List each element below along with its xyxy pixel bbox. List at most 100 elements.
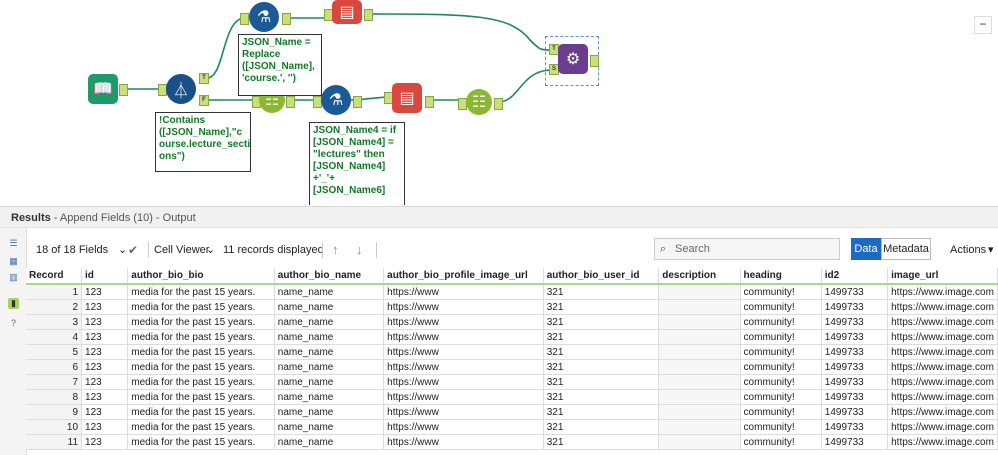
table-cell[interactable]: media for the past 15 years. <box>127 434 275 450</box>
table-cell[interactable]: https://www <box>383 314 544 330</box>
table-cell[interactable]: community! <box>740 404 822 420</box>
arrow-up-icon[interactable]: ↑ <box>332 236 339 264</box>
column-header-author-bio-profile-image-url[interactable]: author_bio_profile_image_url <box>383 268 544 285</box>
arrow-down-icon[interactable]: ↓ <box>356 236 363 264</box>
column-header-author-bio-bio[interactable]: author_bio_bio <box>127 268 275 285</box>
table-cell[interactable]: https://www.image.com <box>887 314 998 330</box>
table-row[interactable]: 3 123 media for the past 15 years. name_nam… <box>26 314 998 330</box>
table-cell[interactable]: https://www <box>383 374 544 390</box>
table-cell[interactable]: community! <box>740 344 822 360</box>
data-tab-button[interactable]: Data <box>851 238 881 260</box>
table-cell[interactable]: 321 <box>543 419 660 435</box>
input-data-tool[interactable]: 📖 <box>88 74 118 104</box>
table-cell[interactable]: 123 <box>81 329 129 345</box>
table-cell[interactable]: https://www.image.com <box>887 404 998 420</box>
table-cell[interactable]: media for the past 15 years. <box>127 344 275 360</box>
table-cell[interactable]: name_name <box>274 329 385 345</box>
select-tool-2[interactable]: ☷ <box>466 89 492 115</box>
table-cell[interactable]: https://www <box>383 404 544 420</box>
table-cell[interactable]: https://www <box>383 434 544 450</box>
table-cell[interactable]: 321 <box>543 314 660 330</box>
filter-true-anchor[interactable]: T <box>199 73 209 84</box>
table-cell[interactable]: 123 <box>81 314 129 330</box>
table-cell[interactable] <box>658 314 741 330</box>
output-anchor[interactable] <box>590 55 599 67</box>
table-cell[interactable]: 1499733 <box>821 359 889 375</box>
output-anchor[interactable] <box>286 96 295 108</box>
table-cell[interactable]: https://www <box>383 284 544 300</box>
table-row[interactable]: 9 123 media for the past 15 years. name_nam… <box>26 404 998 420</box>
output-anchor[interactable] <box>425 96 434 108</box>
table-row[interactable]: 5 123 media for the past 15 years. name_nam… <box>26 344 998 360</box>
table-row[interactable]: 6 123 media for the past 15 years. name_nam… <box>26 359 998 375</box>
table-cell[interactable]: 1499733 <box>821 344 889 360</box>
column-header-author-bio-name[interactable]: author_bio_name <box>274 268 385 285</box>
chevron-down-icon[interactable]: ⌄ <box>206 236 215 264</box>
table-cell[interactable]: community! <box>740 359 822 375</box>
table-cell[interactable]: community! <box>740 374 822 390</box>
input-anchor[interactable] <box>240 13 249 25</box>
table-cell[interactable]: 321 <box>543 374 660 390</box>
append-fields-tool[interactable]: ⚙ <box>558 44 588 74</box>
table-cell[interactable]: media for the past 15 years. <box>127 419 275 435</box>
table-cell[interactable]: 321 <box>543 389 660 405</box>
table-cell[interactable]: name_name <box>274 314 385 330</box>
table-cell[interactable]: 321 <box>543 404 660 420</box>
table-cell[interactable]: name_name <box>274 359 385 375</box>
table-cell[interactable]: name_name <box>274 344 385 360</box>
chevron-down-icon[interactable]: ▾ <box>988 236 994 264</box>
help-icon[interactable]: ? <box>8 318 19 329</box>
table-cell[interactable]: name_name <box>274 419 385 435</box>
table-cell[interactable]: community! <box>740 329 822 345</box>
actions-menu[interactable]: Actions <box>950 236 986 264</box>
table-cell[interactable] <box>658 359 741 375</box>
table-cell[interactable]: name_name <box>274 389 385 405</box>
table-cell[interactable]: community! <box>740 434 822 450</box>
table-cell[interactable]: https://www.image.com <box>887 344 998 360</box>
column-header-author-bio-user-id[interactable]: author_bio_user_id <box>543 268 660 285</box>
table-cell[interactable]: https://www.image.com <box>887 359 998 375</box>
record-number-cell[interactable]: 2 <box>26 299 83 315</box>
search-input[interactable]: ⌕ Search <box>654 238 840 260</box>
table-cell[interactable]: name_name <box>274 284 385 300</box>
metadata-tab-button[interactable]: Metadata <box>881 238 931 260</box>
table-cell[interactable] <box>658 299 741 315</box>
table-cell[interactable]: 123 <box>81 284 129 300</box>
table-cell[interactable]: 1499733 <box>821 374 889 390</box>
table-cell[interactable]: 123 <box>81 374 129 390</box>
table-cell[interactable]: media for the past 15 years. <box>127 374 275 390</box>
table-row[interactable]: 10 123 media for the past 15 years. name_na… <box>26 419 998 435</box>
table-cell[interactable]: community! <box>740 419 822 435</box>
table-cell[interactable]: 1499733 <box>821 299 889 315</box>
table-cell[interactable]: 1499733 <box>821 419 889 435</box>
table-cell[interactable]: media for the past 15 years. <box>127 359 275 375</box>
column-header-record[interactable]: Record <box>26 268 83 285</box>
table-cell[interactable]: 123 <box>81 359 129 375</box>
column-header-description[interactable]: description <box>658 268 741 285</box>
record-number-cell[interactable]: 11 <box>26 434 83 450</box>
table-cell[interactable]: 1499733 <box>821 389 889 405</box>
output-anchor[interactable] <box>282 13 291 25</box>
column-header-id2[interactable]: id2 <box>821 268 889 285</box>
table-cell[interactable] <box>658 344 741 360</box>
table-cell[interactable]: 123 <box>81 434 129 450</box>
table-cell[interactable] <box>658 284 741 300</box>
table-cell[interactable]: https://www.image.com <box>887 374 998 390</box>
table-cell[interactable]: https://www <box>383 359 544 375</box>
table-cell[interactable]: 321 <box>543 434 660 450</box>
chevron-down-icon[interactable]: ⌄ <box>118 236 127 264</box>
formula-tool[interactable]: ⚗ <box>249 2 279 32</box>
table-cell[interactable]: name_name <box>274 434 385 450</box>
workflow-canvas[interactable]: 📖 ⏃ T F ⚗ ▤ ☷ ⚗ ▤ ☷ T S ⚙ JSON_Name = Re… <box>0 0 998 205</box>
table-cell[interactable]: https://www.image.com <box>887 434 998 450</box>
table-cell[interactable]: media for the past 15 years. <box>127 314 275 330</box>
record-number-cell[interactable]: 1 <box>26 284 83 300</box>
table-cell[interactable] <box>658 329 741 345</box>
table-cell[interactable]: https://www <box>383 389 544 405</box>
table-cell[interactable]: 1499733 <box>821 284 889 300</box>
record-number-cell[interactable]: 6 <box>26 359 83 375</box>
data-view-icon[interactable]: ▮ <box>8 298 19 309</box>
record-number-cell[interactable]: 7 <box>26 374 83 390</box>
check-icon[interactable]: ✔ <box>128 236 138 264</box>
text-to-columns-tool-2[interactable]: ▤ <box>392 83 422 113</box>
